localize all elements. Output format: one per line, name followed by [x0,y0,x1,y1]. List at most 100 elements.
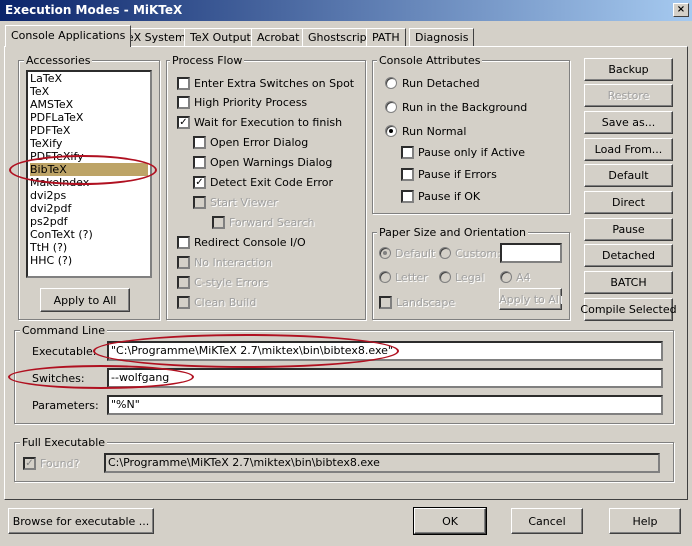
list-item[interactable]: TtH (?) [30,241,67,254]
list-item[interactable]: dvi2ps [30,189,66,202]
pause-errors-label: Pause if Errors [418,168,497,181]
cancel-button[interactable]: Cancel [511,508,583,534]
parameters-input[interactable]: "%N" [107,395,663,415]
apply-to-all-button[interactable]: Apply to All [40,288,130,312]
list-item[interactable]: TeXify [30,137,62,150]
paper-default-label: Default [395,247,436,260]
cstyle-errors-label: C-style Errors [194,276,269,289]
batch-button[interactable]: BATCH [584,271,673,294]
tab-label: TeX Output [190,31,251,44]
list-item[interactable]: HHC (?) [30,254,72,267]
default-button[interactable]: Default [584,164,673,187]
redirect-console-label: Redirect Console I/O [194,236,306,249]
tab-tex-output[interactable]: TeX Output [184,28,257,47]
close-icon: × [676,4,686,15]
list-item[interactable]: PDFLaTeX [30,111,83,124]
run-detached-label: Run Detached [402,77,480,90]
accessories-title: Accessories [24,54,93,67]
cstyle-errors-checkbox[interactable] [177,276,190,289]
run-background-radio[interactable] [385,101,397,113]
paper-custom-radio[interactable] [439,247,451,259]
pause-ok-label: Pause if OK [418,190,481,203]
paper-letter-radio[interactable] [379,271,391,283]
run-detached-radio[interactable] [385,77,397,89]
paper-a4-label: A4 [516,271,531,284]
process-flow-title: Process Flow [170,54,245,67]
executable-input[interactable]: "C:\Programme\MiKTeX 2.7\miktex\bin\bibt… [107,341,663,361]
list-item[interactable]: LaTeX [30,72,62,85]
save-as-button[interactable]: Save as... [584,111,673,134]
title-bar: Execution Modes - MiKTeX [0,0,692,21]
start-viewer-checkbox[interactable] [193,196,206,209]
tab-path[interactable]: PATH [366,28,406,47]
paper-legal-label: Legal [455,271,485,284]
paper-a4-radio[interactable] [500,271,512,283]
pause-button[interactable]: Pause [584,218,673,241]
forward-search-label: Forward Search [229,216,315,229]
start-viewer-label: Start Viewer [210,196,278,209]
switches-input[interactable]: --wolfgang [107,368,663,388]
list-item[interactable]: ConTeXt (?) [30,228,93,241]
tab-label: Acrobat [257,31,300,44]
paper-legal-radio[interactable] [439,271,451,283]
wait-execution-label: Wait for Execution to finish [194,116,343,129]
list-item[interactable]: dvi2pdf [30,202,71,215]
run-normal-label: Run Normal [402,125,467,138]
accessories-list[interactable]: LaTeX TeX AMSTeX PDFLaTeX PDFTeX TeXify … [26,70,152,278]
pause-errors-checkbox[interactable] [401,168,414,181]
wait-execution-checkbox[interactable]: ✓ [177,116,190,129]
forward-search-checkbox[interactable] [212,216,225,229]
browse-executable-button[interactable]: Browse for executable ... [8,508,154,534]
restore-button[interactable]: Restore [584,84,673,107]
list-item-selected[interactable]: BibTeX [30,163,148,176]
load-from-button[interactable]: Load From... [584,138,673,161]
pause-ok-checkbox[interactable] [401,190,414,203]
tab-label: PATH [372,31,400,44]
close-button[interactable]: × [673,3,689,17]
run-normal-radio[interactable] [385,125,397,137]
pause-active-checkbox[interactable] [401,146,414,159]
full-executable-title: Full Executable [20,436,108,449]
console-attributes-title: Console Attributes [377,54,483,67]
compile-selected-button[interactable]: Compile Selected [580,298,677,321]
list-item[interactable]: PDFTeXify [30,150,84,163]
tab-label: Diagnosis [415,31,469,44]
open-warnings-checkbox[interactable] [193,156,206,169]
tab-acrobat[interactable]: Acrobat [251,28,306,47]
extra-switches-label: Enter Extra Switches on Spot [194,77,355,90]
extra-switches-checkbox[interactable] [177,77,190,90]
redirect-console-checkbox[interactable] [177,236,190,249]
list-item[interactable]: ps2pdf [30,215,68,228]
tab-label: Ghostscript [308,31,371,44]
switches-label: Switches: [32,372,85,385]
paper-custom-input[interactable] [500,243,562,263]
full-executable-path: C:\Programme\MiKTeX 2.7\miktex\bin\bibte… [104,453,660,473]
list-item[interactable]: AMSTeX [30,98,73,111]
backup-button[interactable]: Backup [584,58,673,81]
window-title: Execution Modes - MiKTeX [5,3,183,17]
detect-exit-checkbox[interactable]: ✓ [193,176,206,189]
direct-button[interactable]: Direct [584,191,673,214]
clean-build-label: Clean Build [194,296,257,309]
tab-console-applications[interactable]: Console Applications [5,25,132,47]
paper-apply-all-button[interactable]: Apply to All [499,288,562,310]
list-item[interactable]: TeX [30,85,49,98]
ok-button[interactable]: OK [413,507,487,535]
open-error-checkbox[interactable] [193,136,206,149]
detached-button[interactable]: Detached [584,244,673,267]
executable-label: Executable: [32,345,97,358]
no-interaction-checkbox[interactable] [177,256,190,269]
list-item[interactable]: PDFTeX [30,124,70,137]
high-priority-checkbox[interactable] [177,96,190,109]
paper-letter-label: Letter [395,271,428,284]
landscape-checkbox[interactable] [379,296,392,309]
open-error-label: Open Error Dialog [210,136,309,149]
clean-build-checkbox[interactable] [177,296,190,309]
help-button[interactable]: Help [609,508,681,534]
paper-default-radio[interactable] [379,247,391,259]
run-background-label: Run in the Background [402,101,528,114]
tab-diagnosis[interactable]: Diagnosis [409,28,475,47]
list-item[interactable]: MakeIndex [30,176,89,189]
found-checkbox[interactable]: ✓ [23,457,36,470]
command-line-title: Command Line [20,324,107,337]
